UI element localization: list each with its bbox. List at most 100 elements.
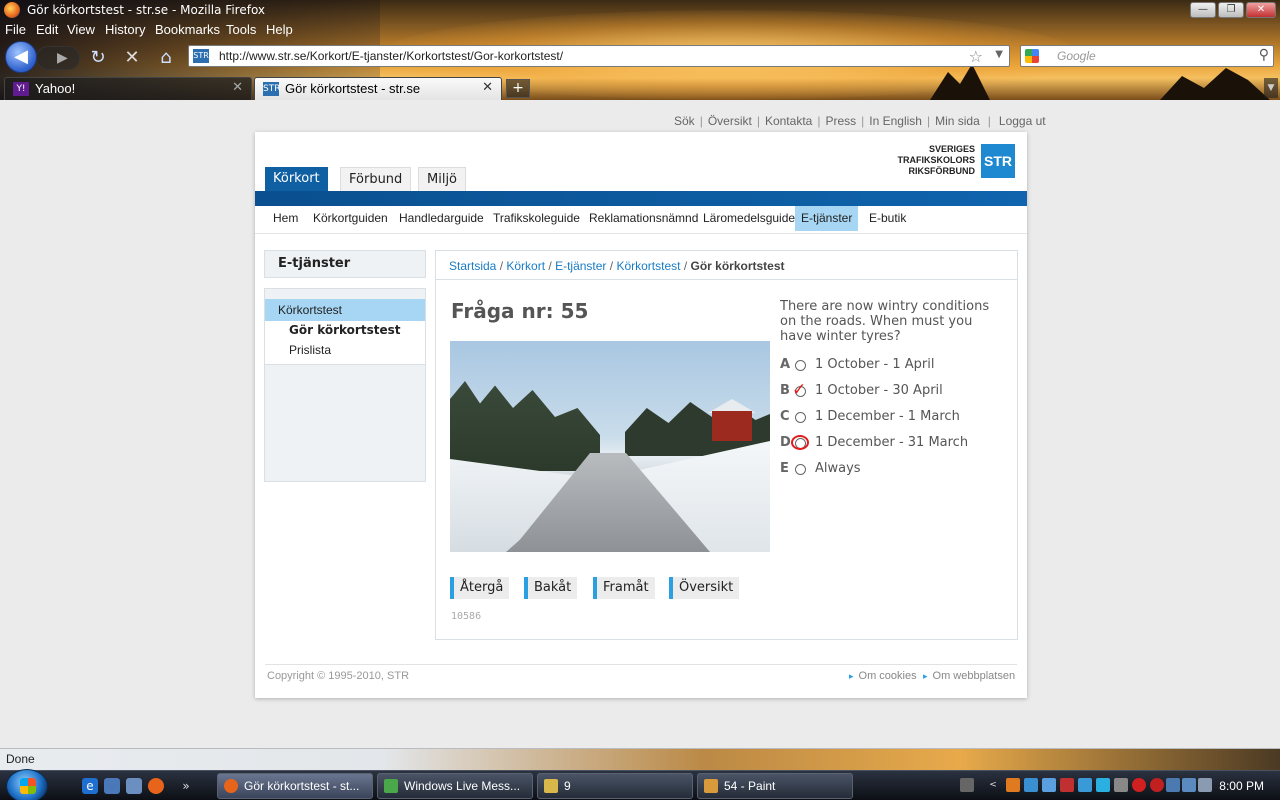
tray-app-icon[interactable] <box>1060 778 1074 792</box>
option-label[interactable]: 1 December - 1 March <box>815 409 960 424</box>
subnav-trafikskoleguide[interactable]: Trafikskoleguide <box>487 206 586 231</box>
search-bar[interactable]: Google ⚲ <box>1020 45 1274 67</box>
link-oversikt[interactable]: Översikt <box>708 114 752 128</box>
tray-app-icon[interactable] <box>1042 778 1056 792</box>
breadcrumb-startsida[interactable]: Startsida <box>449 259 496 273</box>
footer-link-om-cookies[interactable]: Om cookies <box>849 670 917 682</box>
tray-expand-icon[interactable]: < <box>986 778 1000 792</box>
network-icon[interactable] <box>1182 778 1196 792</box>
menu-help[interactable]: Help <box>266 22 293 37</box>
taskbar-button-folder[interactable]: 9 <box>537 773 693 799</box>
quicklaunch-more-icon[interactable]: » <box>178 778 194 794</box>
tray-app-icon[interactable] <box>1024 778 1038 792</box>
str-logo[interactable]: SVERIGES TRAFIKSKOLORS RIKSFÖRBUND STR <box>891 144 1015 178</box>
show-desktop-icon[interactable] <box>104 778 120 794</box>
menu-bar: File Edit View History Bookmarks Tools H… <box>0 20 1280 40</box>
subnav-e-butik[interactable]: E-butik <box>863 206 912 231</box>
menu-bookmarks[interactable]: Bookmarks <box>155 22 220 37</box>
menu-history[interactable]: History <box>105 22 145 37</box>
option-letter: A <box>780 357 791 372</box>
google-icon[interactable] <box>1025 49 1039 63</box>
sidebar-item-gor-korkortstest[interactable]: Gör körkortstest <box>265 323 425 337</box>
menu-file[interactable]: File <box>5 22 26 37</box>
link-in-english[interactable]: In English <box>869 114 922 128</box>
url-text[interactable]: http://www.str.se/Korkort/E-tjanster/Kor… <box>219 49 563 63</box>
tab-list-button[interactable]: ▼ <box>1264 78 1278 98</box>
tray-app-icon[interactable] <box>1132 778 1146 792</box>
link-min-sida[interactable]: Min sida <box>935 114 980 128</box>
tab-close-icon[interactable]: ✕ <box>232 80 243 95</box>
option-label[interactable]: 1 December - 31 March <box>815 435 968 450</box>
search-go-icon[interactable]: ⚲ <box>1259 47 1269 63</box>
radio-button[interactable] <box>795 412 806 423</box>
bakat-button[interactable]: Bakåt <box>524 577 578 599</box>
back-button[interactable]: ◀ <box>5 41 37 73</box>
link-kontakta[interactable]: Kontakta <box>765 114 812 128</box>
internet-explorer-icon[interactable]: e <box>82 778 98 794</box>
search-placeholder[interactable]: Google <box>1057 49 1096 63</box>
paint-icon <box>704 779 718 793</box>
forward-button[interactable]: ▶ <box>36 46 80 70</box>
tab-yahoo[interactable]: Y! Yahoo! ✕ <box>4 77 252 100</box>
site-identity-icon[interactable]: STR <box>193 49 209 63</box>
subnav-laromedelsguide[interactable]: Läromedelsguide <box>697 206 801 231</box>
sidebar-item-korkortstest[interactable]: Körkortstest <box>265 299 425 321</box>
tab-str[interactable]: STR Gör körkortstest - str.se ✕ <box>254 77 502 100</box>
link-logga-ut[interactable]: Logga ut <box>999 114 1046 128</box>
stop-icon[interactable]: ✕ <box>122 48 142 68</box>
radio-button[interactable] <box>795 464 806 475</box>
taskbar: e » Gör körkortstest - st... Windows Liv… <box>0 769 1280 800</box>
home-icon[interactable]: ⌂ <box>156 48 176 68</box>
option-letter: D <box>780 435 791 450</box>
taskbar-button-firefox[interactable]: Gör körkortstest - st... <box>217 773 373 799</box>
network-icon[interactable] <box>1166 778 1180 792</box>
keyboard-icon[interactable] <box>960 778 974 792</box>
breadcrumb-korkortstest[interactable]: Körkortstest <box>616 259 680 273</box>
menu-edit[interactable]: Edit <box>36 22 58 37</box>
tab-korkort[interactable]: Körkort <box>265 167 328 191</box>
sidebar-item-prislista[interactable]: Prislista <box>265 343 425 357</box>
tab-forbund[interactable]: Förbund <box>340 167 412 191</box>
subnav-reklamationsnamnd[interactable]: Reklamationsnämnd <box>583 206 704 231</box>
close-button[interactable]: ✕ <box>1246 2 1276 18</box>
atergå-button[interactable]: Återgå <box>450 577 510 599</box>
footer-link-om-webbplatsen[interactable]: Om webbplatsen <box>923 670 1016 682</box>
firefox-quicklaunch-icon[interactable] <box>148 778 164 794</box>
menu-view[interactable]: View <box>67 22 95 37</box>
messenger-tray-icon[interactable] <box>1078 778 1092 792</box>
menu-tools[interactable]: Tools <box>226 22 256 37</box>
tray-app-icon[interactable] <box>1150 778 1164 792</box>
clock[interactable]: 8:00 PM <box>1219 779 1264 793</box>
taskbar-button-messenger[interactable]: Windows Live Mess... <box>377 773 533 799</box>
tray-app-icon[interactable] <box>1006 778 1020 792</box>
url-dropdown-icon[interactable]: ▼ <box>995 49 1003 60</box>
breadcrumb-e-tjanster[interactable]: E-tjänster <box>555 259 606 273</box>
address-bar[interactable]: STR http://www.str.se/Korkort/E-tjanster… <box>188 45 1010 67</box>
start-button[interactable] <box>6 769 48 800</box>
option-label[interactable]: 1 October - 1 April <box>815 357 935 372</box>
option-label[interactable]: Always <box>815 461 861 476</box>
new-tab-button[interactable]: + <box>506 79 530 98</box>
tray-app-icon[interactable] <box>1114 778 1128 792</box>
tab-miljo[interactable]: Miljö <box>418 167 467 191</box>
oversikt-button[interactable]: Översikt <box>669 577 740 599</box>
minimize-button[interactable]: — <box>1190 2 1216 18</box>
breadcrumb-korkort[interactable]: Körkort <box>506 259 545 273</box>
tab-close-icon[interactable]: ✕ <box>482 80 493 95</box>
volume-icon[interactable] <box>1198 778 1212 792</box>
bookmark-star-icon[interactable]: ☆ <box>969 47 983 66</box>
subnav-handledarguide[interactable]: Handledarguide <box>393 206 490 231</box>
option-label[interactable]: 1 October - 30 April <box>815 383 943 398</box>
skype-tray-icon[interactable] <box>1096 778 1110 792</box>
subnav-e-tjanster[interactable]: E-tjänster <box>795 206 859 231</box>
subnav-hem[interactable]: Hem <box>267 206 304 231</box>
framat-button[interactable]: Framåt <box>593 577 655 599</box>
radio-button[interactable] <box>795 360 806 371</box>
link-sok[interactable]: Sök <box>674 114 695 128</box>
subnav-korkortguiden[interactable]: Körkortguiden <box>307 206 394 231</box>
switch-windows-icon[interactable] <box>126 778 142 794</box>
reload-icon[interactable]: ↻ <box>88 48 108 68</box>
link-press[interactable]: Press <box>825 114 856 128</box>
maximize-button[interactable]: ❐ <box>1218 2 1244 18</box>
taskbar-button-paint[interactable]: 54 - Paint <box>697 773 853 799</box>
